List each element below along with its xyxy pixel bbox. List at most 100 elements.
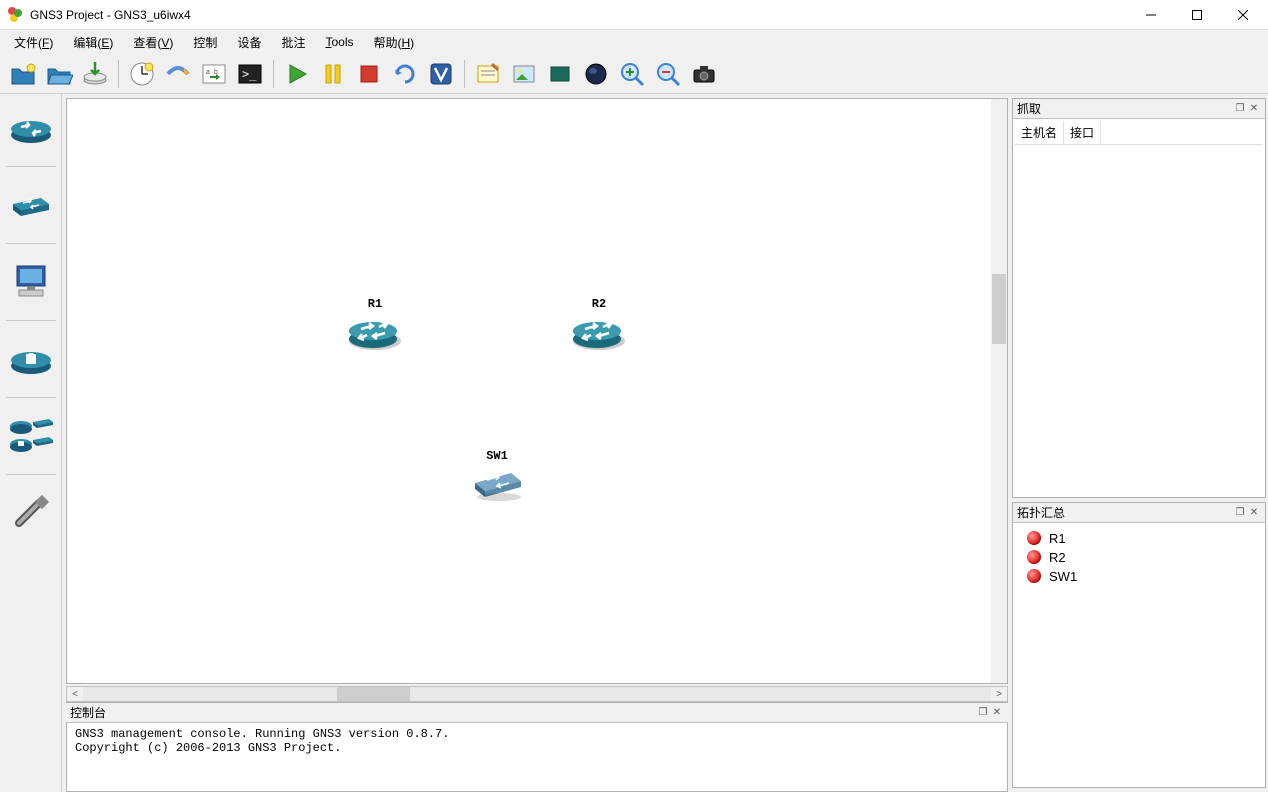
main-area: R1 R2 <box>0 94 1268 792</box>
switch-icon <box>467 465 527 503</box>
svg-text:>_: >_ <box>242 67 257 81</box>
window-controls <box>1128 0 1266 30</box>
vertical-scrollbar[interactable] <box>991 99 1007 683</box>
open-project-button[interactable] <box>42 57 76 91</box>
add-note-button[interactable] <box>471 57 505 91</box>
console-header: 控制台 ❐ ✕ <box>66 703 1008 723</box>
palette-router[interactable] <box>7 106 55 150</box>
menu-device[interactable]: 设备 <box>227 31 271 54</box>
status-led-icon <box>1027 569 1041 583</box>
topology-item-label: SW1 <box>1049 569 1077 584</box>
app-icon <box>8 7 24 23</box>
palette-separator <box>6 397 56 398</box>
palette-host[interactable] <box>7 260 55 304</box>
zoom-out-button[interactable] <box>651 57 685 91</box>
close-button[interactable] <box>1220 0 1266 30</box>
topology-title: 拓扑汇总 <box>1017 504 1233 521</box>
palette-separator <box>6 320 56 321</box>
center-column: R1 R2 <box>62 94 1012 792</box>
menu-file[interactable]: 文件(F) <box>4 31 63 54</box>
title-bar: GNS3 Project - GNS3_u6iwx4 <box>0 0 1268 30</box>
close-icon[interactable]: ✕ <box>1247 507 1261 518</box>
capture-panel: 抓取 ❐ ✕ 主机名 接口 <box>1012 98 1266 498</box>
topology-body: R1 R2 SW1 <box>1013 523 1265 787</box>
console-panel: 控制台 ❐ ✕ GNS3 management console. Running… <box>66 702 1008 792</box>
stop-all-button[interactable] <box>352 57 386 91</box>
svg-text:a: a <box>206 69 210 76</box>
topology-item-label: R2 <box>1049 550 1066 565</box>
ellipse-button[interactable] <box>579 57 613 91</box>
undock-icon[interactable]: ❐ <box>976 707 990 718</box>
zoom-in-button[interactable] <box>615 57 649 91</box>
status-led-icon <box>1027 550 1041 564</box>
palette-security[interactable] <box>7 337 55 381</box>
close-icon[interactable]: ✕ <box>1247 103 1261 114</box>
toolbar-separator <box>118 60 119 88</box>
palette-link[interactable] <box>7 491 55 535</box>
virtualbox-button[interactable] <box>424 57 458 91</box>
scroll-right-icon[interactable]: > <box>991 689 1007 700</box>
export-button[interactable] <box>161 57 195 91</box>
console-title: 控制台 <box>70 704 976 721</box>
console-output[interactable]: GNS3 management console. Running GNS3 ve… <box>66 723 1008 792</box>
topology-canvas[interactable]: R1 R2 <box>66 98 1008 684</box>
capture-title: 抓取 <box>1017 100 1233 117</box>
palette-all-devices[interactable] <box>7 414 55 458</box>
symbol-manager-button[interactable]: ab <box>197 57 231 91</box>
router-icon <box>571 313 627 351</box>
menu-annotate[interactable]: 批注 <box>271 31 315 54</box>
palette-separator <box>6 166 56 167</box>
window-title: GNS3 Project - GNS3_u6iwx4 <box>30 8 1128 22</box>
screenshot-button[interactable] <box>687 57 721 91</box>
node-r1[interactable]: R1 <box>347 297 403 355</box>
palette-switch[interactable] <box>7 183 55 227</box>
undock-icon[interactable]: ❐ <box>1233 103 1247 114</box>
toolbar-separator <box>464 60 465 88</box>
new-project-button[interactable] <box>6 57 40 91</box>
rectangle-button[interactable] <box>543 57 577 91</box>
node-label: R1 <box>347 297 403 311</box>
topology-panel: 拓扑汇总 ❐ ✕ R1 R2 SW1 <box>1012 502 1266 788</box>
canvas-area: R1 R2 <box>62 94 1012 702</box>
capture-body: 主机名 接口 <box>1013 119 1265 497</box>
palette-separator <box>6 243 56 244</box>
toolbar: ab >_ <box>0 54 1268 94</box>
start-all-button[interactable] <box>280 57 314 91</box>
minimize-button[interactable] <box>1128 0 1174 30</box>
menu-help[interactable]: 帮助(H) <box>363 31 424 54</box>
capture-col-host[interactable]: 主机名 <box>1015 121 1064 144</box>
toolbar-separator <box>273 60 274 88</box>
close-icon[interactable]: ✕ <box>990 707 1004 718</box>
save-project-button[interactable] <box>78 57 112 91</box>
maximize-button[interactable] <box>1174 0 1220 30</box>
right-column: 抓取 ❐ ✕ 主机名 接口 拓扑汇总 ❐ ✕ R <box>1012 94 1268 792</box>
capture-col-interface[interactable]: 接口 <box>1064 121 1101 144</box>
status-led-icon <box>1027 531 1041 545</box>
menu-view[interactable]: 查看(V) <box>123 31 183 54</box>
palette-separator <box>6 474 56 475</box>
node-label: SW1 <box>467 449 527 463</box>
menu-edit[interactable]: 编辑(E) <box>63 31 123 54</box>
pause-all-button[interactable] <box>316 57 350 91</box>
router-icon <box>347 313 403 351</box>
menu-bar: 文件(F) 编辑(E) 查看(V) 控制 设备 批注 Tools 帮助(H) <box>0 30 1268 54</box>
insert-image-button[interactable] <box>507 57 541 91</box>
topology-item-sw1[interactable]: SW1 <box>1023 567 1255 586</box>
horizontal-scrollbar[interactable]: < > <box>66 686 1008 702</box>
menu-control[interactable]: 控制 <box>183 31 227 54</box>
node-r2[interactable]: R2 <box>571 297 627 355</box>
undock-icon[interactable]: ❐ <box>1233 507 1247 518</box>
device-palette <box>0 94 62 792</box>
node-label: R2 <box>571 297 627 311</box>
reload-all-button[interactable] <box>388 57 422 91</box>
snapshot-button[interactable] <box>125 57 159 91</box>
console-button[interactable]: >_ <box>233 57 267 91</box>
node-sw1[interactable]: SW1 <box>467 449 527 507</box>
capture-table-header: 主机名 接口 <box>1015 121 1263 145</box>
topology-item-r1[interactable]: R1 <box>1023 529 1255 548</box>
capture-header: 抓取 ❐ ✕ <box>1013 99 1265 119</box>
scroll-left-icon[interactable]: < <box>67 689 83 700</box>
topology-header: 拓扑汇总 ❐ ✕ <box>1013 503 1265 523</box>
topology-item-r2[interactable]: R2 <box>1023 548 1255 567</box>
menu-tools[interactable]: Tools <box>315 32 363 52</box>
